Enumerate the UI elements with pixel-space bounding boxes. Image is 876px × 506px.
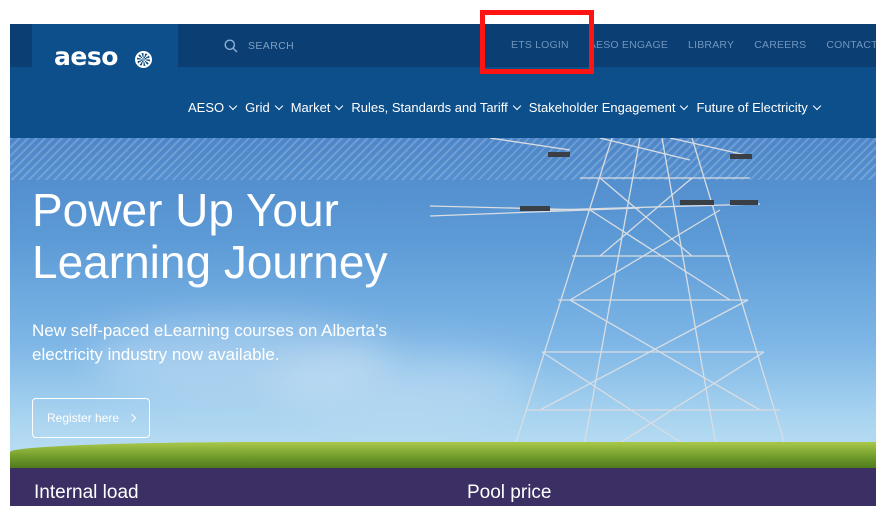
hero-subtitle: New self-paced eLearning courses on Albe… [32, 321, 388, 364]
nav-item-aeso[interactable]: AESO [188, 100, 238, 115]
util-link-careers[interactable]: CAREERS [754, 39, 806, 51]
nav-item-label: Stakeholder Engagement [528, 100, 676, 115]
nav-item-rules-standards-tariff[interactable]: Rules, Standards and Tariff [351, 100, 522, 115]
nav-item-market[interactable]: Market [290, 100, 344, 115]
util-link-library[interactable]: LIBRARY [688, 39, 734, 51]
pool-price-title: Pool price [467, 482, 552, 503]
logo-wordmark: aeso [54, 42, 118, 71]
util-link-contact-us[interactable]: CONTACT US [826, 39, 876, 51]
hero-title-line: Learning Journey [32, 236, 388, 288]
register-button[interactable]: Register here [32, 398, 151, 438]
nav-item-stakeholder-engagement[interactable]: Stakeholder Engagement [528, 100, 689, 115]
nav-item-future-of-electricity[interactable]: Future of Electricity [696, 100, 821, 115]
register-button-label: Register here [47, 411, 120, 425]
grass-hill [10, 442, 876, 468]
transmission-tower-image [430, 138, 793, 468]
left-gutter [0, 0, 10, 506]
nav-item-label: Market [290, 100, 331, 115]
util-link-aeso-engage[interactable]: AESO ENGAGE [589, 39, 668, 51]
page: aeso SEARCH ETS LOGIN AESO ENGAGE LIBRAR… [0, 0, 876, 506]
hero-banner: Power Up Your Learning Journey New self-… [10, 138, 876, 468]
chevron-right-icon [127, 413, 137, 423]
aeso-swirl-logo-icon [135, 51, 152, 68]
search-icon [224, 39, 238, 53]
market-stats-band: Internal load Pool price [10, 468, 876, 506]
search-box[interactable]: SEARCH [224, 36, 294, 56]
chevron-down-icon [228, 101, 238, 111]
search-label: SEARCH [248, 40, 295, 52]
nav-item-label: Rules, Standards and Tariff [351, 100, 508, 115]
main-nav: AESO Grid Market Rules, Standards and Ta… [188, 100, 829, 115]
chevron-down-icon [274, 101, 283, 111]
chevron-down-icon [335, 101, 344, 111]
logo-link[interactable]: aeso [32, 24, 178, 92]
highlight-annotation-box [480, 10, 594, 74]
nav-item-label: Future of Electricity [696, 100, 808, 115]
nav-item-grid[interactable]: Grid [245, 100, 283, 115]
hero-title: Power Up Your Learning Journey [32, 184, 387, 288]
hero-title-line: Power Up Your [32, 184, 339, 236]
internal-load-title: Internal load [34, 482, 139, 503]
nav-item-label: AESO [188, 100, 225, 115]
site-header: aeso SEARCH ETS LOGIN AESO ENGAGE LIBRAR… [10, 24, 876, 138]
chevron-down-icon [680, 101, 689, 111]
nav-item-label: Grid [245, 100, 270, 115]
chevron-down-icon [812, 101, 821, 111]
chevron-down-icon [512, 101, 522, 111]
